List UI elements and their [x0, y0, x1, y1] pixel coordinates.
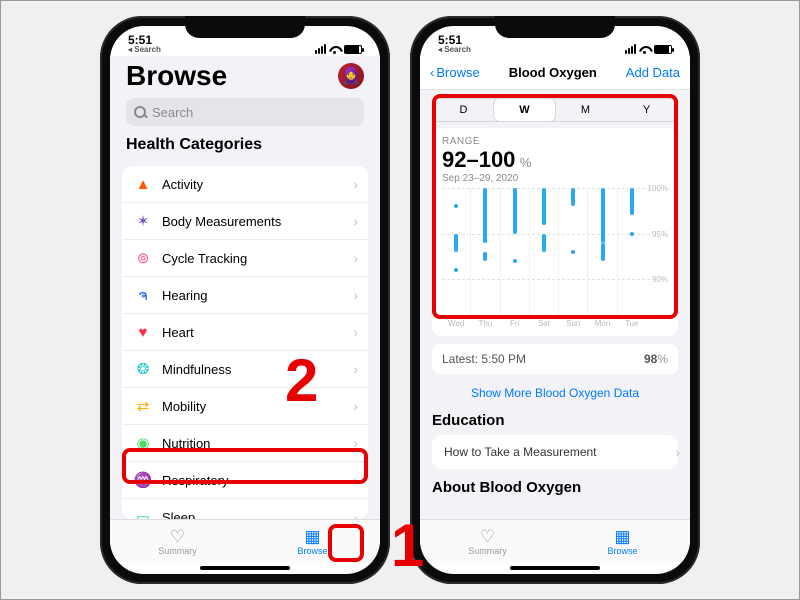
- heart-icon: ♥: [134, 324, 152, 341]
- battery-icon: [654, 45, 672, 54]
- heart-icon: ♡: [480, 528, 495, 545]
- phone-right: 5:51 ◂ Search ‹Browse Blood Oxygen Add D…: [410, 16, 700, 584]
- bed-icon: ▭: [134, 509, 152, 520]
- range-unit: %: [520, 155, 532, 170]
- chevron-right-icon: ›: [353, 361, 358, 377]
- category-mindfulness[interactable]: ❂Mindfulness›: [122, 351, 368, 388]
- annotation-number-2: 2: [285, 346, 318, 415]
- arrows-icon: ⇄: [134, 397, 152, 415]
- ear-icon: ຈ: [134, 286, 152, 304]
- tab-browse[interactable]: ▦Browse: [555, 520, 690, 563]
- segment-week[interactable]: W: [494, 99, 555, 121]
- section-title: Health Categories: [126, 136, 364, 154]
- notch: [185, 16, 305, 38]
- search-icon: [134, 106, 146, 118]
- add-data-button[interactable]: Add Data: [626, 65, 680, 80]
- chevron-right-icon: ›: [353, 176, 358, 192]
- lotus-icon: ❂: [134, 360, 152, 378]
- range-card: RANGE 92–100 % Sep 23–29, 2020 100%95%90…: [432, 128, 678, 336]
- chevron-right-icon: ›: [353, 287, 358, 303]
- chevron-left-icon: ‹: [430, 65, 434, 80]
- education-title: Education: [432, 412, 678, 429]
- search-input[interactable]: Search: [126, 98, 364, 126]
- home-indicator[interactable]: [510, 566, 600, 570]
- search-placeholder: Search: [152, 105, 193, 120]
- chevron-right-icon: ›: [353, 213, 358, 229]
- nav-bar: ‹Browse Blood Oxygen Add Data: [420, 56, 690, 90]
- chevron-right-icon: ›: [353, 510, 358, 520]
- segment-year[interactable]: Y: [616, 99, 677, 121]
- chevron-right-icon: ›: [353, 435, 358, 451]
- status-back-search[interactable]: ◂ Search: [438, 46, 471, 54]
- chevron-right-icon: ›: [353, 324, 358, 340]
- category-activity[interactable]: ▲Activity›: [122, 166, 368, 203]
- latest-label: Latest: 5:50 PM: [442, 352, 526, 366]
- wifi-icon: [639, 44, 651, 54]
- category-heart[interactable]: ♥Heart›: [122, 314, 368, 351]
- tab-bar: ♡Summary ▦Browse: [420, 519, 690, 563]
- time-range-segment: D W M Y: [432, 98, 678, 122]
- category-sleep[interactable]: ▭Sleep›: [122, 499, 368, 519]
- about-title: About Blood Oxygen: [432, 479, 678, 496]
- battery-icon: [344, 45, 362, 54]
- category-respiratory[interactable]: ♒Respiratory›: [122, 462, 368, 499]
- notch: [495, 16, 615, 38]
- segment-month[interactable]: M: [555, 99, 616, 121]
- latest-row[interactable]: Latest: 5:50 PM 98%: [432, 344, 678, 374]
- status-back-search[interactable]: ◂ Search: [128, 46, 161, 54]
- home-indicator[interactable]: [200, 566, 290, 570]
- chevron-right-icon: ›: [353, 472, 358, 488]
- category-nutrition[interactable]: ◉Nutrition›: [122, 425, 368, 462]
- wifi-icon: [329, 44, 341, 54]
- page-title: Browse: [126, 60, 227, 92]
- range-label: RANGE: [442, 136, 668, 147]
- category-list: ▲Activity› ✶Body Measurements› ⊚Cycle Tr…: [122, 166, 368, 519]
- range-value: 92–100: [442, 147, 515, 172]
- category-mobility[interactable]: ⇄Mobility›: [122, 388, 368, 425]
- segment-day[interactable]: D: [433, 99, 494, 121]
- category-hearing[interactable]: ຈHearing›: [122, 277, 368, 314]
- tab-summary[interactable]: ♡Summary: [110, 520, 245, 563]
- phone-left: 5:51 ◂ Search Browse 🧕 S: [100, 16, 390, 584]
- chevron-right-icon: ›: [675, 444, 680, 460]
- chevron-right-icon: ›: [353, 250, 358, 266]
- range-date: Sep 23–29, 2020: [442, 173, 668, 184]
- person-icon: ✶: [134, 212, 152, 230]
- category-body[interactable]: ✶Body Measurements›: [122, 203, 368, 240]
- blood-oxygen-chart[interactable]: 100%95%90%WedThuFriSatSunMonTue: [442, 188, 668, 328]
- show-more-link[interactable]: Show More Blood Oxygen Data: [420, 386, 690, 400]
- cycle-icon: ⊚: [134, 249, 152, 267]
- education-row[interactable]: How to Take a Measurement›: [432, 435, 678, 469]
- flame-icon: ▲: [134, 176, 152, 193]
- tab-summary[interactable]: ♡Summary: [420, 520, 555, 563]
- signal-icon: [315, 44, 326, 54]
- avatar[interactable]: 🧕: [338, 63, 364, 89]
- signal-icon: [625, 44, 636, 54]
- lungs-icon: ♒: [134, 471, 152, 489]
- tab-bar: ♡Summary ▦Browse: [110, 519, 380, 563]
- tab-browse[interactable]: ▦Browse: [245, 520, 380, 563]
- heart-icon: ♡: [170, 528, 185, 545]
- grid-icon: ▦: [304, 528, 320, 545]
- back-button[interactable]: ‹Browse: [430, 65, 480, 80]
- grid-icon: ▦: [614, 528, 630, 545]
- latest-value: 98: [644, 352, 657, 366]
- nav-title: Blood Oxygen: [509, 65, 597, 80]
- chevron-right-icon: ›: [353, 398, 358, 414]
- apple-icon: ◉: [134, 434, 152, 452]
- latest-unit: %: [657, 352, 668, 366]
- annotation-number-1: 1: [391, 511, 424, 580]
- category-cycle[interactable]: ⊚Cycle Tracking›: [122, 240, 368, 277]
